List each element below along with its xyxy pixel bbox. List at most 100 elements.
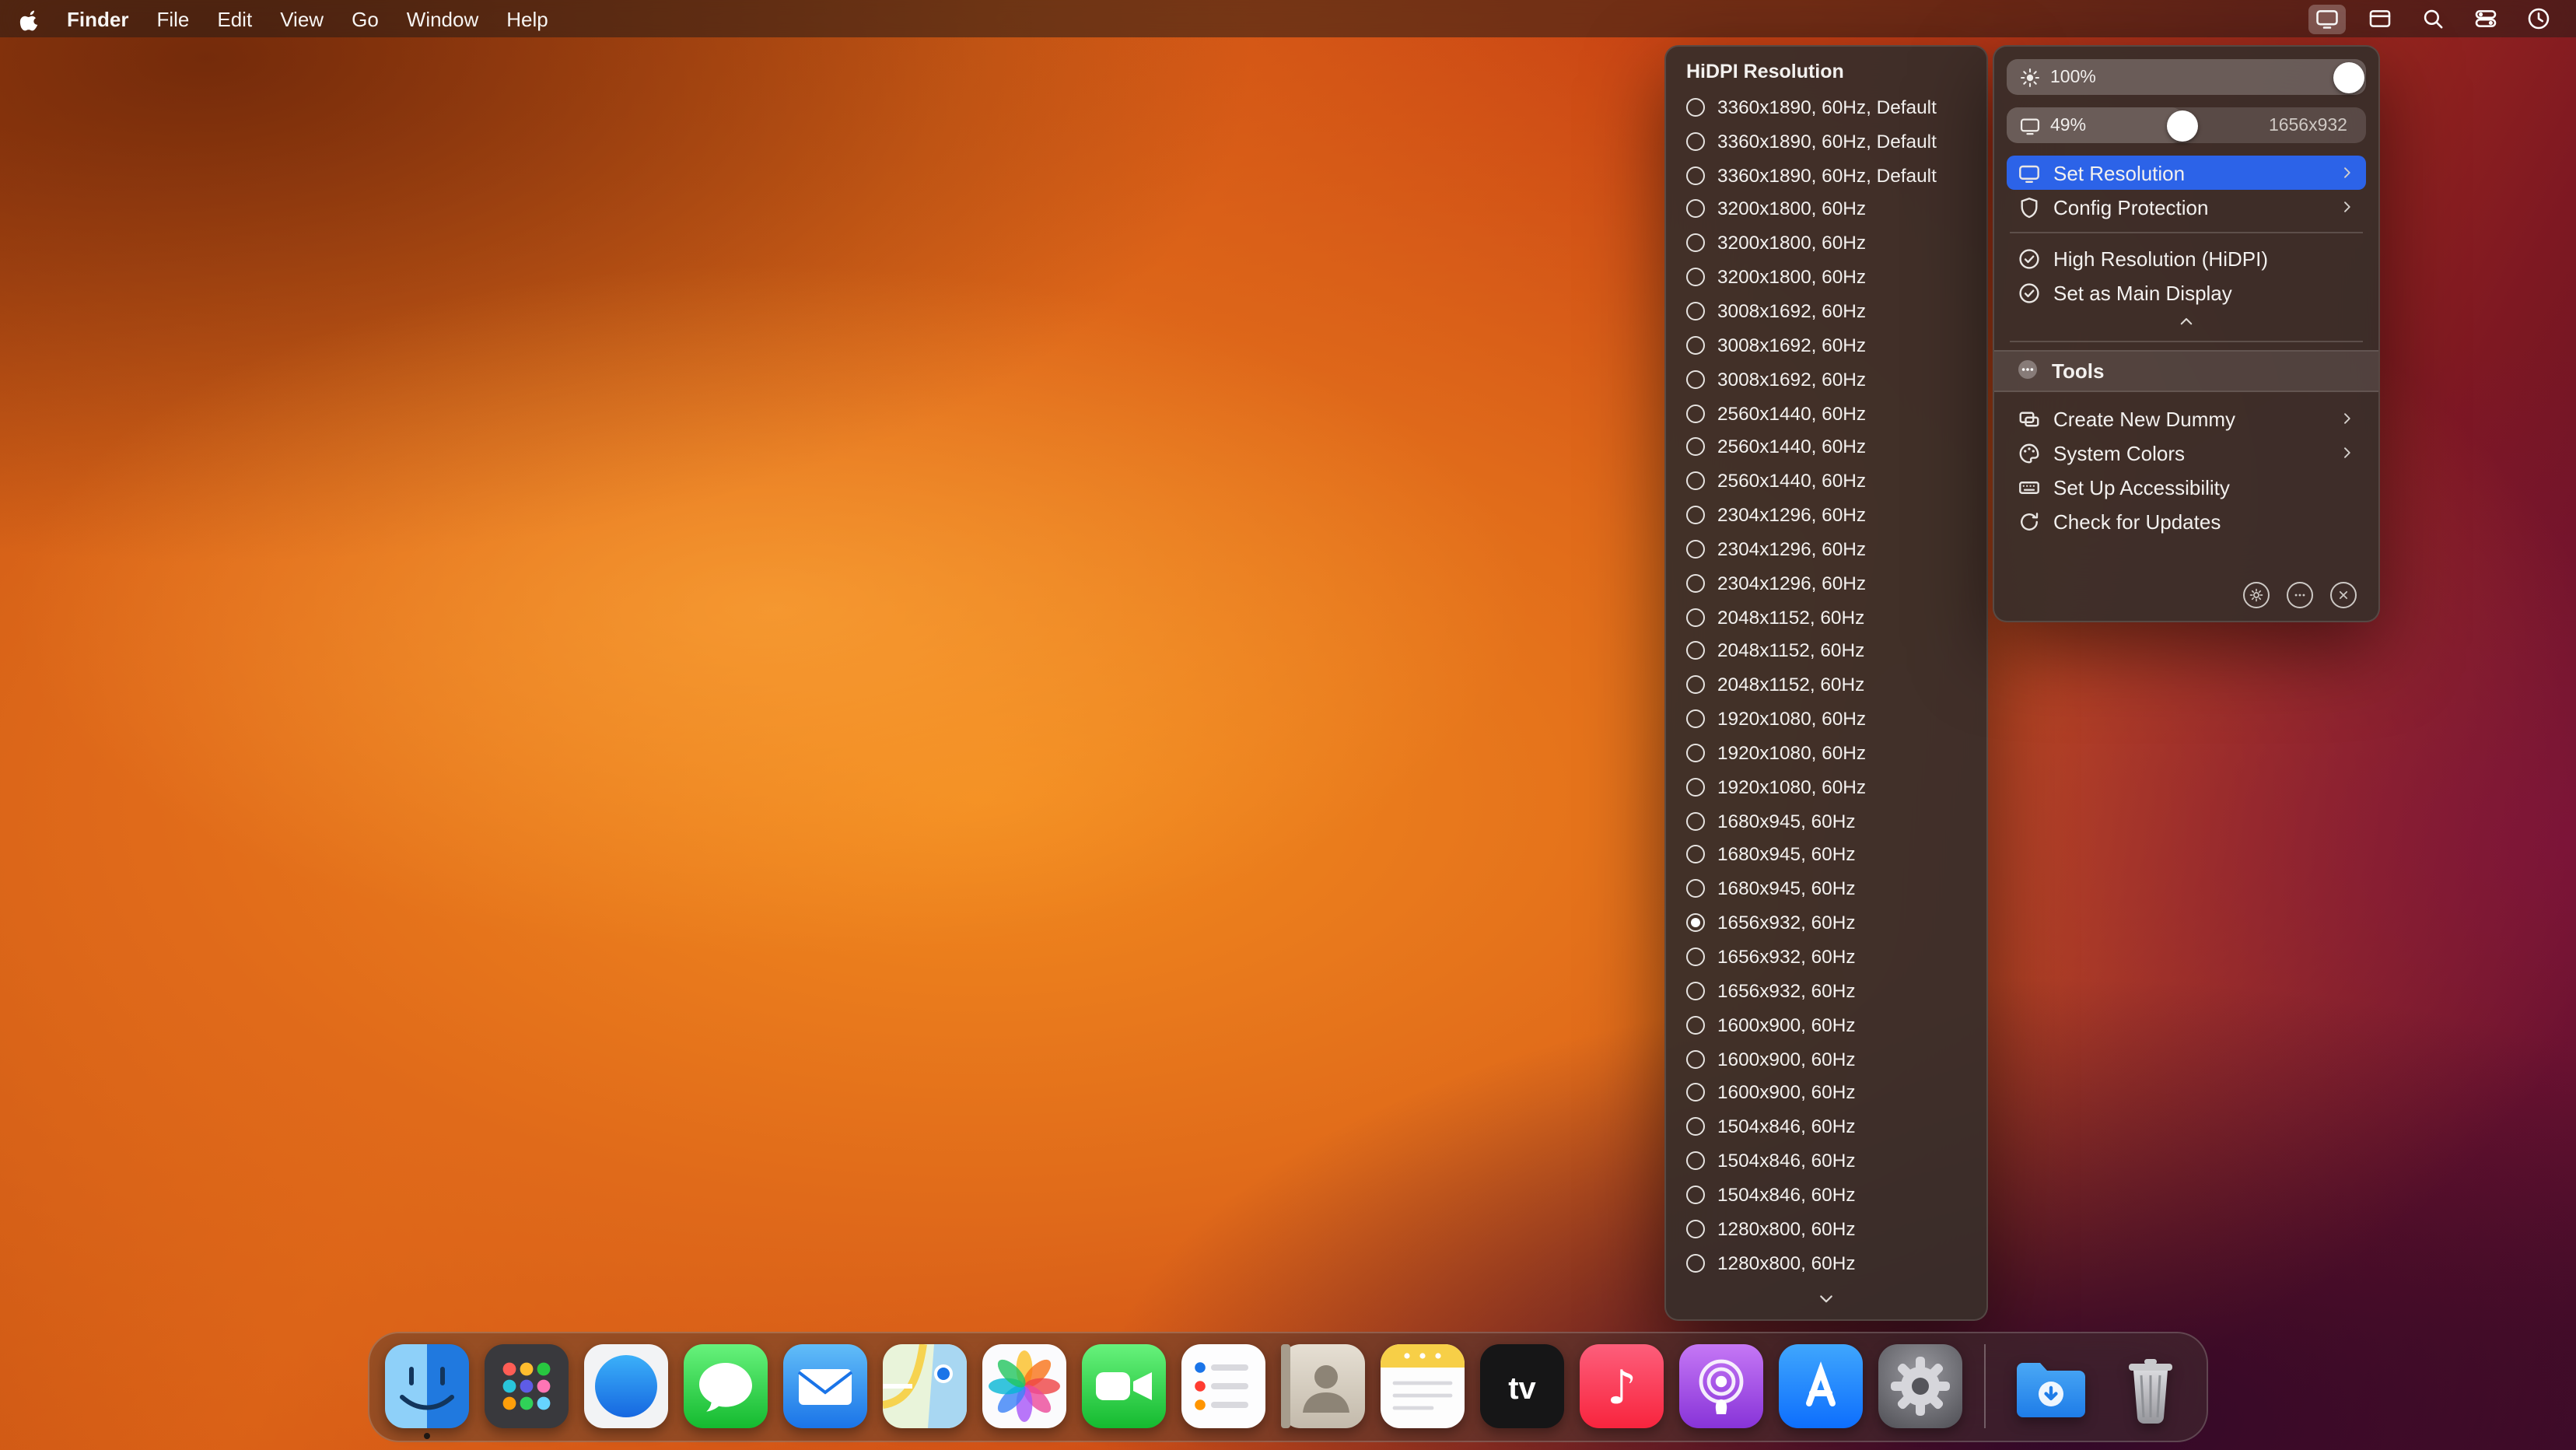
radio-icon	[1686, 1015, 1705, 1035]
dock-reminders-icon[interactable]	[1178, 1341, 1267, 1430]
radio-icon	[1686, 404, 1705, 423]
resolution-option[interactable]: 2560x1440, 60Hz	[1682, 396, 1971, 430]
radio-icon	[1686, 539, 1705, 559]
collapse-chevron-icon[interactable]	[2007, 310, 2366, 333]
resolution-option[interactable]: 3008x1692, 60Hz	[1682, 328, 1971, 362]
resolution-option[interactable]: 2560x1440, 60Hz	[1682, 430, 1971, 464]
menu-item-system-colors[interactable]: System Colors	[2007, 436, 2366, 470]
chevron-right-icon	[2338, 198, 2357, 216]
dock-messages-icon[interactable]	[681, 1341, 769, 1430]
svg-text:♪: ♪	[1606, 1360, 1636, 1414]
radio-icon	[1686, 301, 1705, 320]
menu-help[interactable]: Help	[506, 7, 548, 30]
resolution-slider[interactable]: 49% 1656x932	[2007, 107, 2366, 143]
resolution-option[interactable]: 3200x1800, 60Hz	[1682, 226, 1971, 261]
dock-trash-icon[interactable]	[2105, 1341, 2194, 1430]
resolution-option-label: 3200x1800, 60Hz	[1717, 198, 1867, 220]
resolution-option[interactable]: 1504x846, 60Hz	[1682, 1144, 1971, 1178]
resolution-option-label: 1504x846, 60Hz	[1717, 1183, 1856, 1206]
resolution-option[interactable]: 1280x800, 60Hz	[1682, 1245, 1971, 1280]
dock-contacts-icon[interactable]	[1278, 1341, 1367, 1430]
display-icon[interactable]	[2308, 4, 2346, 33]
resolution-option[interactable]: 1656x932, 60Hz	[1682, 940, 1971, 974]
dock-downloads-icon[interactable]	[2006, 1341, 2095, 1430]
dock-notes-icon[interactable]	[1377, 1341, 1466, 1430]
dock-facetime-icon[interactable]	[1079, 1341, 1167, 1430]
dock-safari-icon[interactable]	[581, 1341, 670, 1430]
resolution-knob[interactable]	[2167, 110, 2199, 141]
resolution-option[interactable]: 1656x932, 60Hz	[1682, 974, 1971, 1008]
window-icon[interactable]	[2361, 4, 2399, 33]
resolution-option-label: 1656x932, 60Hz	[1717, 979, 1856, 1002]
resolution-option[interactable]: 3200x1800, 60Hz	[1682, 192, 1971, 226]
radio-icon	[1686, 131, 1705, 151]
resolution-option[interactable]: 2304x1296, 60Hz	[1682, 566, 1971, 601]
resolution-option-label: 3200x1800, 60Hz	[1717, 266, 1867, 289]
resolution-option[interactable]: 1600x900, 60Hz	[1682, 1042, 1971, 1076]
menu-item-config-protection[interactable]: Config Protection	[2007, 190, 2366, 224]
dock-system-settings-icon[interactable]	[1875, 1341, 1964, 1430]
panel-more-ellipsis-button[interactable]	[2287, 582, 2313, 608]
resolution-option[interactable]: 3360x1890, 60Hz, Default	[1682, 124, 1971, 159]
menu-item-set-as-main-display[interactable]: Set as Main Display	[2007, 275, 2366, 310]
resolution-option[interactable]: 1920x1080, 60Hz	[1682, 702, 1971, 736]
dock-music-icon[interactable]: ♪	[1577, 1341, 1665, 1430]
resolution-option[interactable]: 3360x1890, 60Hz, Default	[1682, 158, 1971, 192]
resolution-option[interactable]: 1656x932, 60Hz	[1682, 906, 1971, 940]
dock-finder-icon[interactable]	[382, 1341, 471, 1439]
menu-item-set-resolution[interactable]: Set Resolution	[2007, 156, 2366, 190]
panel-settings-gear-button[interactable]	[2243, 582, 2270, 608]
resolution-option[interactable]: 2048x1152, 60Hz	[1682, 600, 1971, 634]
resolution-option[interactable]: 1680x945, 60Hz	[1682, 838, 1971, 872]
resolution-option[interactable]: 2304x1296, 60Hz	[1682, 498, 1971, 532]
clock-icon[interactable]	[2520, 4, 2557, 33]
resolution-option[interactable]: 1920x1080, 60Hz	[1682, 770, 1971, 804]
resolution-option[interactable]: 1680x945, 60Hz	[1682, 872, 1971, 906]
active-app-menu[interactable]: Finder	[67, 7, 128, 30]
scroll-down-chevron-icon[interactable]	[1682, 1287, 1971, 1313]
resolution-option[interactable]: 1680x945, 60Hz	[1682, 804, 1971, 838]
resolution-option[interactable]: 1600x900, 60Hz	[1682, 1008, 1971, 1042]
search-icon[interactable]	[2414, 4, 2452, 33]
resolution-option[interactable]: 3360x1890, 60Hz, Default	[1682, 90, 1971, 124]
menu-go[interactable]: Go	[352, 7, 379, 30]
menu-item-set-up-accessibility[interactable]: Set Up Accessibility	[2007, 470, 2366, 504]
dock-podcasts-icon[interactable]	[1676, 1341, 1765, 1430]
resolution-option[interactable]: 1504x846, 60Hz	[1682, 1178, 1971, 1212]
resolution-option[interactable]: 3200x1800, 60Hz	[1682, 260, 1971, 294]
menu-edit[interactable]: Edit	[217, 7, 252, 30]
menu-file[interactable]: File	[156, 7, 189, 30]
menu-window[interactable]: Window	[407, 7, 479, 30]
menu-view[interactable]: View	[280, 7, 324, 30]
menu-item-high-resolution-hidpi[interactable]: High Resolution (HiDPI)	[2007, 241, 2366, 275]
resolution-option[interactable]: 2048x1152, 60Hz	[1682, 668, 1971, 702]
brightness-knob[interactable]	[2333, 61, 2364, 93]
menu-item-check-for-updates[interactable]: Check for Updates	[2007, 504, 2366, 538]
dock-app-store-icon[interactable]	[1776, 1341, 1864, 1430]
resolution-option[interactable]: 1504x846, 60Hz	[1682, 1110, 1971, 1144]
dock-maps-icon[interactable]	[880, 1341, 968, 1430]
menu-item-label: Create New Dummy	[2053, 407, 2236, 430]
resolution-option[interactable]: 2560x1440, 60Hz	[1682, 464, 1971, 499]
resolution-option[interactable]: 3008x1692, 60Hz	[1682, 362, 1971, 397]
menu-item-label: Set Resolution	[2053, 161, 2186, 184]
apple-menu-icon[interactable]	[19, 7, 39, 30]
resolution-option[interactable]: 2048x1152, 60Hz	[1682, 634, 1971, 668]
panel-close-button[interactable]	[2330, 582, 2357, 608]
control-center-icon[interactable]	[2467, 4, 2504, 33]
resolution-option[interactable]: 1600x900, 60Hz	[1682, 1076, 1971, 1110]
dock-mail-icon[interactable]	[780, 1341, 869, 1430]
resolution-option[interactable]: 1920x1080, 60Hz	[1682, 736, 1971, 770]
resolution-label: 1656x932	[2268, 116, 2347, 135]
resolution-option[interactable]: 2304x1296, 60Hz	[1682, 532, 1971, 566]
radio-icon	[1686, 573, 1705, 593]
radio-icon	[1686, 1049, 1705, 1069]
resolution-option[interactable]: 1280x800, 60Hz	[1682, 1212, 1971, 1246]
divider	[2010, 341, 2363, 342]
menu-item-create-new-dummy[interactable]: Create New Dummy	[2007, 401, 2366, 436]
dock-tv-icon[interactable]: tv	[1477, 1341, 1566, 1430]
dock-launchpad-icon[interactable]	[481, 1341, 570, 1430]
resolution-option[interactable]: 3008x1692, 60Hz	[1682, 294, 1971, 328]
dock-photos-icon[interactable]	[979, 1341, 1068, 1430]
brightness-slider[interactable]: 100%	[2007, 59, 2366, 95]
